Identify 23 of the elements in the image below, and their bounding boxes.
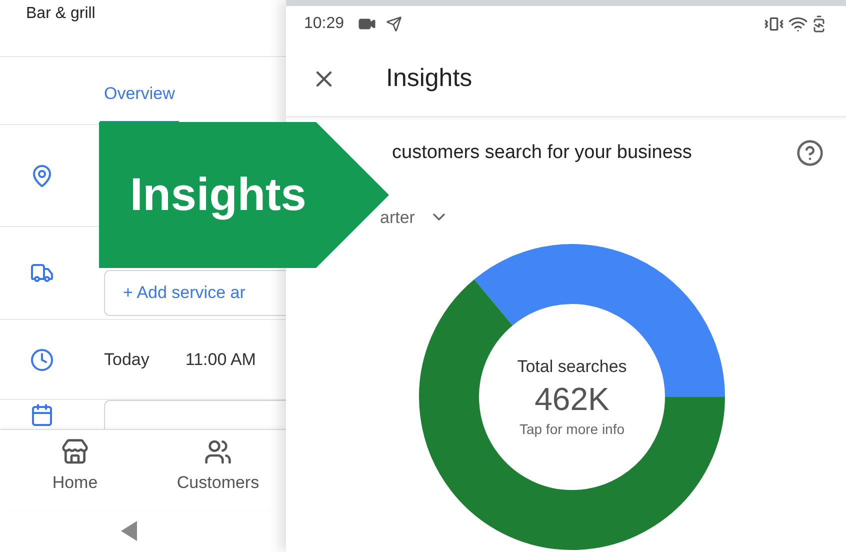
clock-icon — [30, 348, 54, 372]
back-icon[interactable] — [119, 520, 139, 542]
day-label: Today — [104, 348, 150, 371]
opening-time: 11:00 AM — [185, 348, 256, 371]
store-icon — [61, 438, 89, 466]
donut-hint: Tap for more info — [519, 420, 625, 440]
status-time: 10:29 — [304, 14, 344, 34]
total-value: 462K — [534, 380, 610, 420]
nav-item[interactable]: Home — [0, 430, 150, 510]
donut-segment[interactable] — [419, 280, 725, 550]
send-icon — [386, 16, 402, 32]
section-heading: customers search for your business — [392, 140, 692, 165]
calendar-icon — [30, 402, 54, 426]
help-icon[interactable] — [796, 138, 824, 167]
period-dropdown[interactable]: arter — [380, 204, 449, 230]
donut-title: Total searches — [517, 356, 627, 378]
business-type: Bar & grill — [26, 5, 96, 22]
people-icon — [204, 438, 232, 466]
callout-label: Insights — [130, 167, 306, 222]
truck-icon — [30, 261, 54, 285]
nav-item[interactable]: Customers — [150, 430, 286, 510]
screen-title: Insights — [386, 63, 472, 94]
location-pin-icon — [30, 164, 54, 188]
